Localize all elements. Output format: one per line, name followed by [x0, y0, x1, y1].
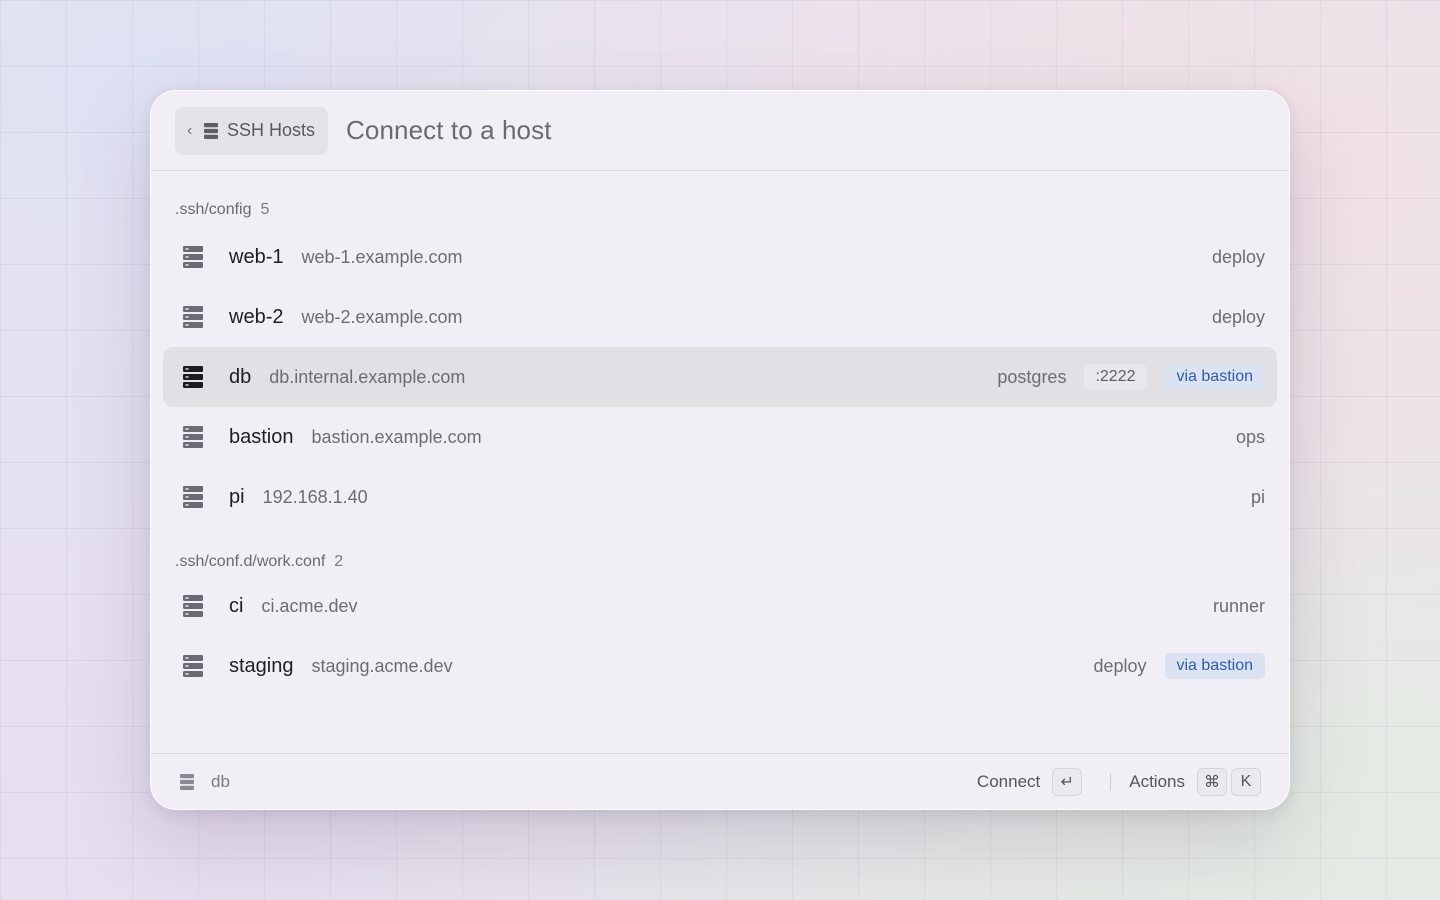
chevron-left-icon: ‹ [187, 121, 193, 139]
divider [1110, 772, 1112, 791]
server-icon [183, 655, 203, 677]
host-user: deploy [1211, 246, 1265, 267]
header: ‹ SSH Hosts Connect to a host [151, 91, 1289, 171]
server-icon [183, 366, 203, 388]
host-address: web-1.example.com [301, 246, 463, 267]
connect-button[interactable]: Connect ↵ [976, 767, 1083, 796]
server-icon [183, 426, 203, 448]
back-button-label: SSH Hosts [227, 120, 316, 140]
host-alias: web-2 [229, 305, 284, 328]
host-user: pi [1250, 486, 1265, 507]
actions-label: Actions [1129, 771, 1185, 791]
return-key-hint: ↵ [1052, 767, 1083, 796]
server-icon [183, 595, 203, 617]
server-icon [204, 122, 218, 139]
host-address: staging.acme.dev [311, 655, 453, 676]
host-row-pi[interactable]: pi 192.168.1.40 pi [163, 467, 1277, 527]
ssh-hosts-window: ‹ SSH Hosts Connect to a host .ssh/confi… [150, 90, 1290, 810]
host-user: postgres [997, 366, 1067, 387]
host-alias: pi [229, 485, 245, 508]
host-alias: staging [229, 654, 294, 677]
server-icon [183, 306, 203, 328]
host-user: runner [1212, 595, 1265, 616]
actions-button[interactable]: Actions ⌘ K [1129, 767, 1261, 796]
section-count: 5 [260, 201, 270, 218]
back-button[interactable]: ‹ SSH Hosts [175, 106, 329, 155]
section-title: .ssh/conf.d/work.conf [175, 553, 326, 570]
k-key-hint: K [1231, 767, 1261, 796]
host-address: ci.acme.dev [261, 595, 358, 616]
host-row-db[interactable]: db db.internal.example.com postgres :222… [163, 347, 1277, 407]
host-user: ops [1235, 426, 1265, 447]
section-count: 2 [334, 553, 344, 570]
jump-host-badge: via bastion [1164, 364, 1265, 390]
server-icon [180, 773, 194, 790]
host-alias: web-1 [229, 245, 284, 268]
command-key-hint: ⌘ [1197, 767, 1227, 796]
selected-host-label: db [211, 771, 230, 791]
server-icon [183, 486, 203, 508]
host-row-bastion[interactable]: bastion bastion.example.com ops [163, 407, 1277, 467]
host-address: web-2.example.com [301, 306, 463, 327]
page-title: Connect to a host [346, 115, 552, 145]
host-user: deploy [1093, 655, 1147, 676]
section-header: .ssh/conf.d/work.conf 2 [163, 527, 1277, 576]
host-list: .ssh/config 5 web-1 web-1.example.com dep… [163, 171, 1277, 696]
connect-label: Connect [976, 771, 1041, 791]
host-address: db.internal.example.com [269, 366, 466, 387]
host-user: deploy [1211, 306, 1265, 327]
jump-host-badge: via bastion [1164, 653, 1265, 679]
host-address: 192.168.1.40 [262, 486, 368, 507]
host-row-staging[interactable]: staging staging.acme.dev deploy via bast… [163, 636, 1277, 696]
host-row-web-1[interactable]: web-1 web-1.example.com deploy [163, 227, 1277, 287]
host-alias: db [229, 365, 252, 388]
server-icon [183, 246, 203, 268]
section-header: .ssh/config 5 [163, 171, 1277, 227]
port-badge: :2222 [1084, 364, 1147, 390]
host-row-ci[interactable]: ci ci.acme.dev runner [163, 576, 1277, 636]
action-bar: db Connect ↵ Actions ⌘ K [151, 753, 1289, 809]
host-row-web-2[interactable]: web-2 web-2.example.com deploy [163, 287, 1277, 347]
section-title: .ssh/config [175, 201, 252, 218]
host-alias: bastion [229, 425, 294, 448]
host-alias: ci [229, 594, 244, 617]
host-address: bastion.example.com [311, 426, 482, 447]
